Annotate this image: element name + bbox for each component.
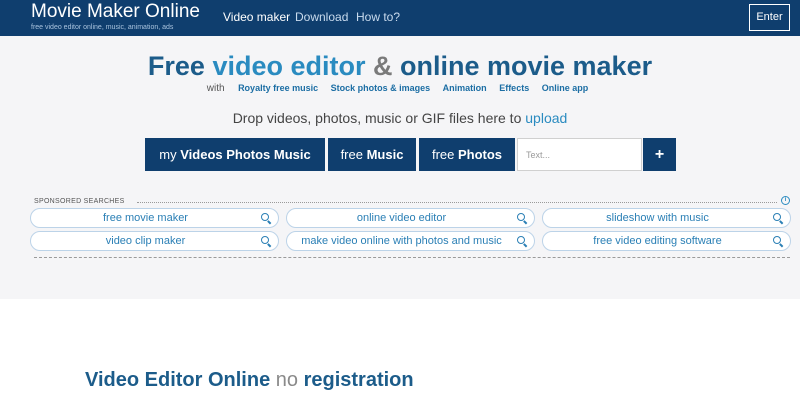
sponsored-search-text: free video editing software	[593, 235, 722, 247]
sponsored-search-pill[interactable]: make video online with photos and music	[286, 231, 535, 251]
sponsored-search-pill[interactable]: online video editor	[286, 208, 535, 228]
headline-part-movie-maker: online movie maker	[400, 51, 653, 81]
sponsored-search-pill[interactable]: video clip maker	[30, 231, 279, 251]
search-icon	[773, 213, 781, 221]
search-icon	[517, 236, 525, 244]
headline-part-video-editor: video editor	[212, 51, 366, 81]
my-media-label: Videos Photos Music	[180, 147, 311, 162]
top-navbar: Movie Maker Online free video editor onl…	[0, 0, 800, 36]
nav-video-maker[interactable]: Video maker	[223, 10, 290, 24]
sponsored-search-text: video clip maker	[105, 235, 186, 247]
feature-links: with Royalty free music Stock photos & i…	[0, 83, 800, 94]
search-icon	[261, 213, 269, 221]
sponsored-search-pill[interactable]: free video editing software	[542, 231, 791, 251]
headline-part-ampersand: &	[372, 51, 393, 81]
section-title: Video Editor Online no registration	[85, 369, 414, 392]
sponsored-search-pill[interactable]: slideshow with music	[542, 208, 791, 228]
drop-instructions: Drop videos, photos, music or GIF files …	[0, 110, 800, 126]
add-text-button[interactable]: +	[643, 138, 676, 171]
section-title-part3: registration	[303, 369, 414, 391]
sponsored-divider	[137, 202, 777, 203]
sponsored-search-text: slideshow with music	[606, 212, 709, 224]
info-icon[interactable]: i	[781, 196, 790, 205]
link-effects[interactable]: Effects	[499, 83, 529, 93]
my-media-prefix: my	[159, 147, 177, 162]
with-label: with	[206, 83, 225, 94]
search-icon	[773, 236, 781, 244]
sponsored-bottom-divider	[34, 257, 790, 258]
sponsored-search-text: free movie maker	[103, 212, 188, 224]
sponsored-searches-label: SPONSORED SEARCHES	[34, 198, 125, 205]
free-photos-button[interactable]: free Photos	[419, 138, 515, 171]
link-animation[interactable]: Animation	[443, 83, 487, 93]
nav-download[interactable]: Download	[295, 10, 348, 24]
free-photos-prefix: free	[431, 147, 455, 162]
section-title-part1: Video Editor Online	[85, 369, 271, 391]
page-headline: Free video editor & online movie maker	[0, 50, 800, 82]
section-title-part2: no	[275, 369, 299, 391]
text-input[interactable]	[517, 138, 642, 171]
enter-button[interactable]: Enter	[749, 4, 790, 31]
search-icon	[261, 236, 269, 244]
headline-part-free: Free	[147, 51, 205, 81]
link-royalty-free-music[interactable]: Royalty free music	[238, 83, 318, 93]
site-logo[interactable]: Movie Maker Online	[31, 1, 200, 23]
link-stock-photos[interactable]: Stock photos & images	[331, 83, 431, 93]
my-media-button[interactable]: my Videos Photos Music	[145, 138, 325, 171]
site-tagline: free video editor online, music, animati…	[31, 24, 174, 31]
sponsored-search-text: online video editor	[356, 212, 447, 224]
free-music-button[interactable]: free Music	[328, 138, 416, 171]
free-photos-label: Photos	[457, 147, 503, 162]
link-online-app[interactable]: Online app	[542, 83, 589, 93]
upload-link[interactable]: upload	[525, 110, 567, 126]
nav-how-to[interactable]: How to?	[356, 10, 400, 24]
search-icon	[517, 213, 525, 221]
sponsored-search-text: make video online with photos and music	[301, 235, 502, 247]
free-music-label: Music	[366, 147, 404, 162]
free-music-prefix: free	[340, 147, 363, 162]
drop-text: Drop videos, photos, music or GIF files …	[232, 110, 522, 126]
sponsored-search-pill[interactable]: free movie maker	[30, 208, 279, 228]
